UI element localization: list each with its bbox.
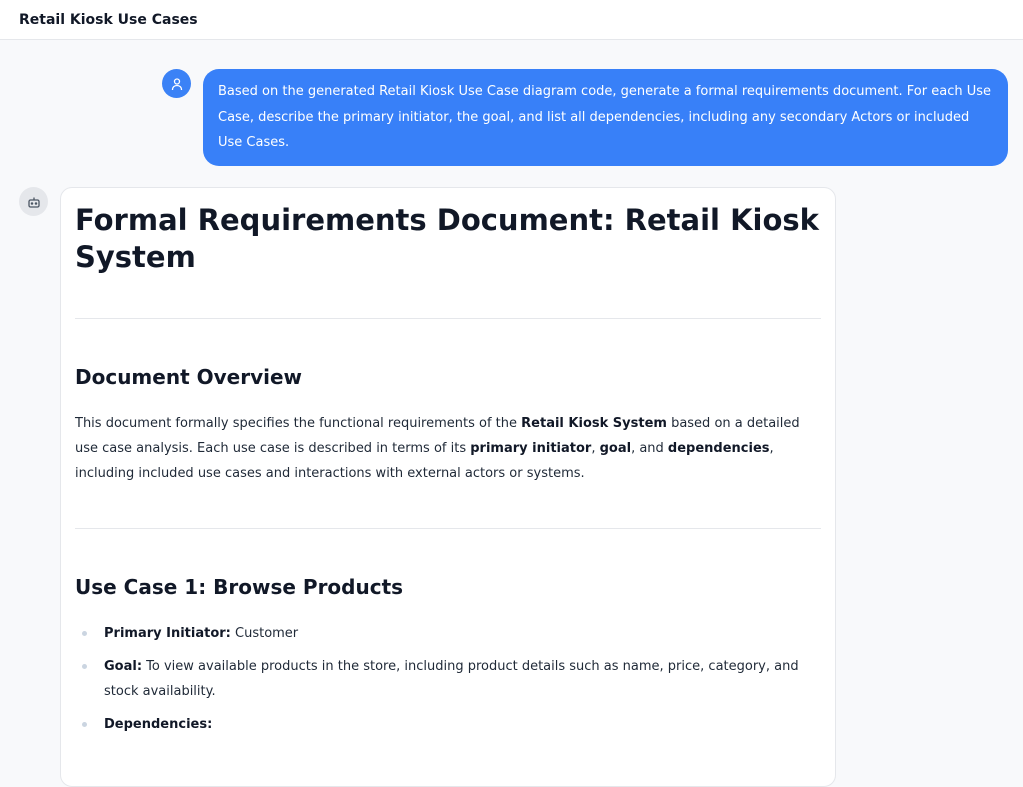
divider <box>75 528 821 529</box>
item-label: Primary Initiator: <box>104 626 231 641</box>
divider <box>75 318 821 319</box>
item-text: To view available products in the store,… <box>104 659 799 699</box>
text: , <box>591 441 600 456</box>
list-item: Dependencies: <box>75 712 821 737</box>
assistant-message: Formal Requirements Document: Retail Kio… <box>19 187 836 787</box>
text: , and <box>631 441 668 456</box>
item-label: Dependencies: <box>104 717 213 732</box>
document-title: Formal Requirements Document: Retail Kio… <box>75 203 819 274</box>
bold-text: goal <box>599 441 632 456</box>
overview-heading: Document Overview <box>75 365 303 389</box>
text: This document formally specifies the fun… <box>75 416 522 431</box>
item-label: Goal: <box>104 659 143 674</box>
app-header: Retail Kiosk Use Cases <box>0 0 1023 40</box>
user-avatar-icon <box>162 69 191 98</box>
bold-text: dependencies <box>667 441 770 456</box>
bot-avatar-icon <box>19 187 48 216</box>
response-card: Formal Requirements Document: Retail Kio… <box>60 187 836 787</box>
bold-text: Retail Kiosk System <box>521 416 667 431</box>
use-case-1-list: Primary Initiator: Customer Goal: To vie… <box>75 621 821 737</box>
user-message-bubble: Based on the generated Retail Kiosk Use … <box>203 69 1008 166</box>
user-message: Based on the generated Retail Kiosk Use … <box>162 69 1008 166</box>
bold-text: primary initiator <box>470 441 592 456</box>
item-text: Customer <box>230 626 299 641</box>
use-case-1-heading: Use Case 1: Browse Products <box>75 575 404 599</box>
list-item: Primary Initiator: Customer <box>75 621 821 646</box>
list-item: Goal: To view available products in the … <box>75 654 821 704</box>
page-title: Retail Kiosk Use Cases <box>19 11 198 28</box>
overview-paragraph: This document formally specifies the fun… <box>75 411 821 486</box>
